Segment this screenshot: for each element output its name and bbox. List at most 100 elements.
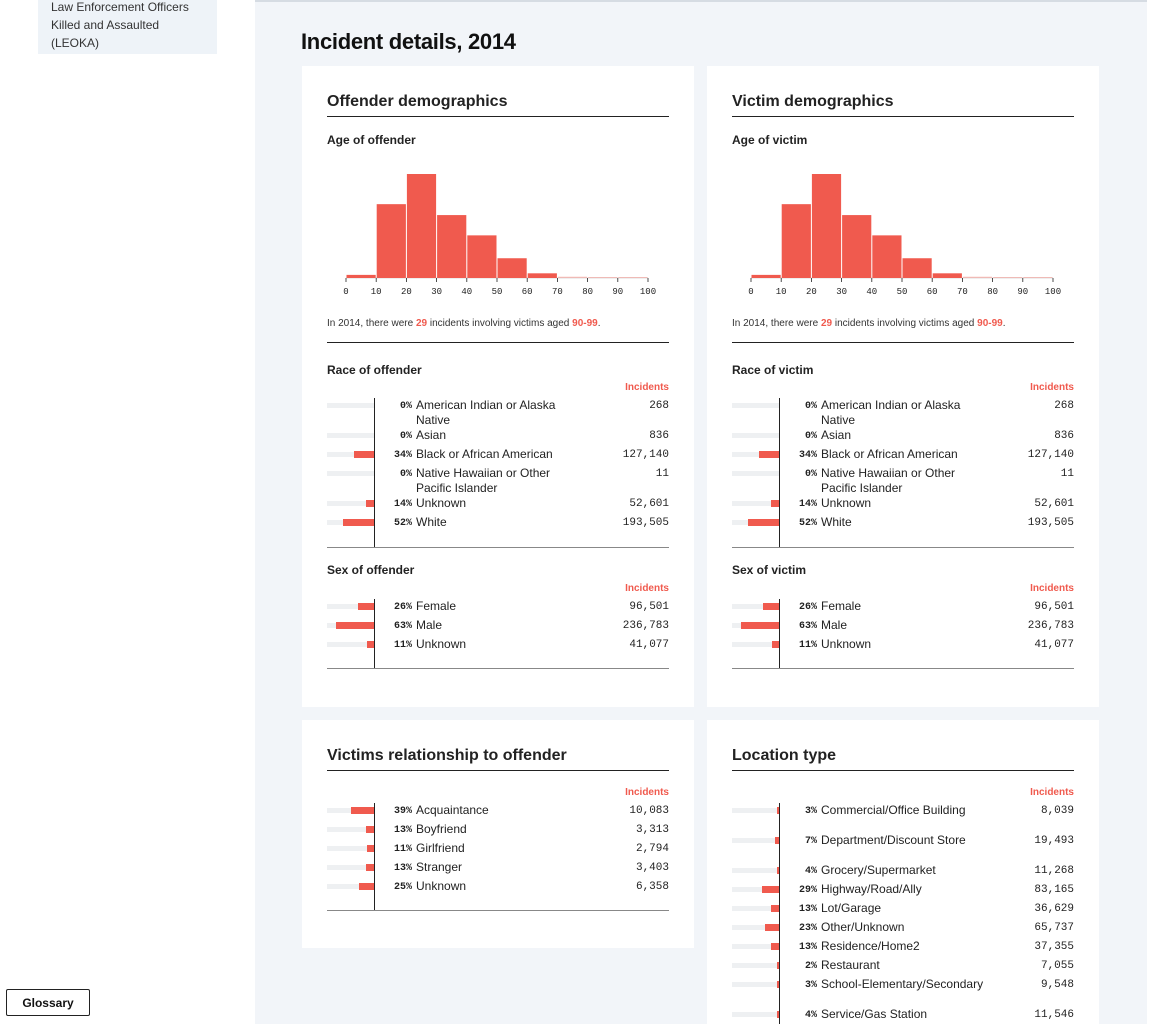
bar-fill [365, 500, 374, 507]
histogram-bar[interactable] [932, 273, 962, 278]
table-row[interactable]: 13% Boyfriend 3,313 [327, 822, 669, 841]
histogram-bar[interactable] [437, 215, 467, 278]
table-row[interactable]: 13% Stranger 3,403 [327, 860, 669, 879]
table-row[interactable]: 2% Restaurant 7,055 [732, 958, 1074, 977]
table-row[interactable]: 0% Asian 836 [732, 428, 1074, 447]
bar-track [327, 471, 374, 476]
row-label: Residence/Home2 [821, 939, 920, 953]
x-tick-label: 90 [1017, 287, 1028, 297]
bar-fill [359, 883, 374, 890]
row-label: Asian [821, 428, 852, 442]
incident-count: 2,794 [635, 843, 669, 855]
incident-count: 41,077 [629, 639, 669, 651]
row-label: Female [821, 599, 862, 613]
table-row[interactable]: 0% Native Hawaiian or Other Pacific Islan… [732, 466, 1074, 496]
table-row[interactable]: 0% American Indian or Alaska Native 268 [327, 398, 669, 428]
percent-value: 14% [798, 499, 817, 510]
bar-track [327, 433, 374, 438]
histogram-bar[interactable] [497, 258, 527, 278]
table-row[interactable]: 0% American Indian or Alaska Native 268 [732, 398, 1074, 428]
page-title: Incident details, 2014 [301, 29, 516, 54]
table-row[interactable]: 11% Girlfriend 2,794 [327, 841, 669, 860]
histogram-bar[interactable] [557, 276, 588, 278]
table-row[interactable]: 4% Service/Gas Station 11,546 [732, 1007, 1074, 1024]
row-label: Girlfriend [416, 841, 465, 855]
table-row[interactable]: 13% Lot/Garage 36,629 [732, 901, 1074, 920]
incident-count: 236,783 [622, 620, 669, 632]
bar-fill [770, 500, 779, 507]
table-row[interactable]: 34% Black or African American 127,140 [327, 447, 669, 466]
row-label: Asian [416, 428, 447, 442]
bar-track [732, 808, 779, 813]
relationship-card: Victims relationship to offender Inciden… [302, 720, 694, 948]
table-row[interactable]: 7% Department/Discount Store 19,493 [732, 833, 1074, 863]
row-label: Unknown [821, 637, 872, 651]
histogram-bar[interactable] [811, 174, 842, 278]
table-row[interactable]: 13% Residence/Home2 37,355 [732, 939, 1074, 958]
incident-count: 83,165 [1034, 884, 1074, 896]
x-tick-label: 10 [371, 287, 382, 297]
row-label: Native Hawaiian or Other Pacific Islande… [821, 466, 956, 495]
table-row[interactable]: 14% Unknown 52,601 [327, 496, 669, 515]
bar-track [327, 403, 374, 408]
offender-sex-table: Incidents 26% Female 96,501 63% Male 236,783 11… [327, 583, 669, 669]
bar-track [732, 1012, 779, 1017]
incident-count: 268 [649, 400, 669, 412]
percent-value: 26% [798, 602, 817, 613]
histogram-bar[interactable] [618, 277, 648, 278]
glossary-button[interactable]: Glossary [6, 989, 90, 1016]
incident-count: 37,355 [1034, 941, 1074, 953]
incident-count: 836 [1054, 430, 1074, 442]
table-row[interactable]: 4% Grocery/Supermarket 11,268 [732, 863, 1074, 882]
bar-fill [758, 451, 779, 458]
histogram-bar[interactable] [781, 204, 811, 278]
table-row[interactable]: 11% Unknown 41,077 [732, 637, 1074, 656]
histogram-bar[interactable] [902, 258, 932, 278]
table-row[interactable]: 23% Other/Unknown 65,737 [732, 920, 1074, 939]
percent-value: 13% [798, 904, 817, 915]
table-row[interactable]: 3% School-Elementary/Secondary 9,548 [732, 977, 1074, 1007]
table-row[interactable]: 25% Unknown 6,358 [327, 879, 669, 898]
incidents-header: Incidents [625, 583, 669, 594]
table-row[interactable]: 0% Native Hawaiian or Other Pacific Islan… [327, 466, 669, 496]
table-row[interactable]: 0% Asian 836 [327, 428, 669, 447]
table-row[interactable]: 34% Black or African American 127,140 [732, 447, 1074, 466]
histogram-bar[interactable] [376, 204, 406, 278]
histogram-bar[interactable] [872, 235, 902, 278]
sidebar-item-leoka[interactable]: Law Enforcement Officers Killed and Assa… [38, 0, 217, 54]
row-label: Unknown [821, 496, 872, 510]
table-row[interactable]: 52% White 193,505 [732, 515, 1074, 534]
histogram-bar[interactable] [346, 274, 376, 278]
histogram-bar[interactable] [1023, 277, 1053, 278]
percent-value: 63% [393, 621, 412, 632]
percent-value: 34% [798, 450, 817, 461]
bar-fill [366, 864, 374, 871]
table-row[interactable]: 11% Unknown 41,077 [327, 637, 669, 656]
incident-count: 11 [655, 468, 669, 480]
histogram-bar[interactable] [993, 277, 1023, 278]
row-label: Male [821, 618, 848, 632]
table-row[interactable]: 14% Unknown 52,601 [732, 496, 1074, 515]
table-row[interactable]: 52% White 193,505 [327, 515, 669, 534]
histogram-bar[interactable] [527, 273, 557, 278]
histogram-bar[interactable] [962, 276, 993, 278]
bar-fill [336, 622, 374, 629]
table-row[interactable]: 26% Female 96,501 [327, 599, 669, 618]
histogram-bar[interactable] [588, 277, 618, 278]
table-row[interactable]: 26% Female 96,501 [732, 599, 1074, 618]
histogram-bar[interactable] [467, 235, 497, 278]
incident-count: 3,313 [635, 824, 669, 836]
incident-count: 6,358 [635, 881, 669, 893]
histogram-bar[interactable] [842, 215, 872, 278]
row-label: Unknown [416, 637, 467, 651]
histogram-bar[interactable] [406, 174, 437, 278]
table-row[interactable]: 29% Highway/Road/Ally 83,165 [732, 882, 1074, 901]
incident-count: 127,140 [622, 449, 669, 461]
bar-track [732, 982, 779, 987]
table-row[interactable]: 63% Male 236,783 [327, 618, 669, 637]
table-row[interactable]: 3% Commercial/Office Building 8,039 [732, 803, 1074, 833]
histogram-bar[interactable] [751, 274, 781, 278]
table-row[interactable]: 63% Male 236,783 [732, 618, 1074, 637]
percent-value: 25% [393, 882, 412, 893]
table-row[interactable]: 39% Acquaintance 10,083 [327, 803, 669, 822]
